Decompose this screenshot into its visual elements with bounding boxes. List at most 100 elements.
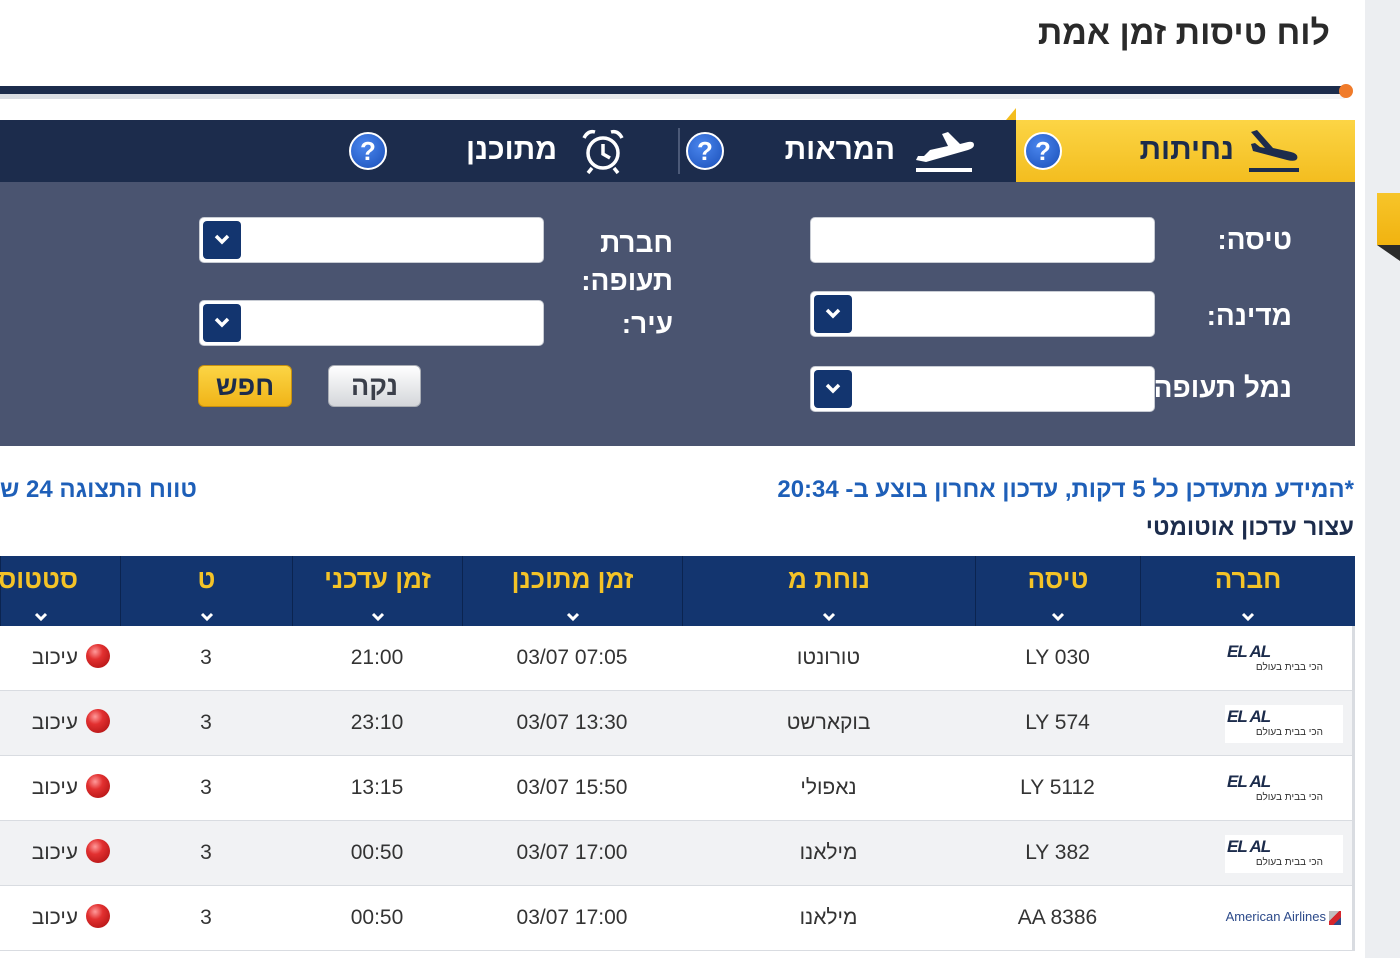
col-scheduled-header[interactable]: זמן מתוכנן [462,556,682,626]
col-from-header[interactable]: נוחת מ [682,556,975,626]
status-text: עיכוב [31,776,78,799]
chevron-down-icon[interactable] [203,221,241,259]
scheduled-help-icon[interactable]: ? [349,132,387,170]
airline-cell: EL AL הכי בבית בעולם [1140,821,1355,886]
side-tab-fold [1377,245,1400,261]
status-text: עיכוב [31,711,78,734]
status-cell: עיכוב [0,626,120,691]
chevron-down-icon[interactable] [814,295,852,333]
delay-indicator-icon [86,904,110,929]
status-cell: עיכוב [0,691,120,756]
col-updated-label: זמן עדכני [324,564,431,594]
delay-indicator-icon [86,709,110,734]
col-airline-label: חברה [1214,564,1282,594]
table-row[interactable]: EL AL הכי בבית בעולם LY 030 טורונטו 03/07 07… [0,626,1355,691]
airline-cell: EL AL הכי בבית בעולם [1140,691,1355,756]
tab-scheduled[interactable]: מתוכנן ? [330,120,680,182]
sort-chevron-icon[interactable] [822,612,836,622]
col-from-label: נוחת מ [787,564,871,594]
arrivals-help-icon[interactable]: ? [1024,132,1062,170]
updated-time-cell: 00:50 [350,906,404,929]
delay-indicator-icon [86,839,110,864]
sort-chevron-icon[interactable] [566,612,580,622]
sort-chevron-icon[interactable] [200,612,214,622]
flight-number-cell: AA 8386 [1017,906,1098,929]
elal-logo-slogan: הכי בבית בעולם [1255,792,1323,803]
airline-label: חברת תעופה: [581,227,673,296]
col-terminal-label: ט [197,564,216,594]
tab-arrivals[interactable]: נחיתות ? [1006,108,1355,182]
flight-input[interactable] [810,217,1155,263]
col-scheduled-label: זמן מתוכנן [511,564,634,594]
status-badge: עיכוב [32,821,110,885]
plane-takeoff-icon [912,126,976,181]
display-range-link[interactable]: טווח התצוגה 24 ש [0,476,200,504]
city-select[interactable] [199,300,544,346]
col-updated-header[interactable]: זמן עדכני [292,556,462,626]
table-row[interactable]: EL AL הכי בבית בעולם LY 5112 נאפולי 03/07 15… [0,756,1355,821]
sort-chevron-icon[interactable] [371,612,385,622]
chevron-down-icon[interactable] [203,304,241,342]
airline-cell: EL AL הכי בבית בעולם [1140,626,1355,691]
title-underline-dot [1339,84,1353,98]
title-underline-shadow [0,94,1345,99]
airline-cell: EL AL הכי בבית בעולם [1140,756,1355,821]
terminal-cell: 3 [200,776,212,799]
page-title: לוח טיסות זמן אמת [1037,14,1330,52]
tab-arrivals-label: נחיתות [1139,133,1234,166]
table-row[interactable]: EL AL הכי בבית בעולם LY 574 בוקארשט 03/07 13… [0,691,1355,756]
search-panel: טיסה: מדינה: נמל תעופה: חברת תעופה: עיר:… [0,182,1355,446]
updated-time-cell: 21:00 [350,646,404,669]
tab-departures[interactable]: המראות ? [680,120,1016,182]
display-range-text: טווח התצוגה 24 ש [0,476,197,503]
flights-table-header: חברה טיסה נוחת מ זמן מתוכנן זמן עדכני ט … [0,556,1355,626]
updated-time-cell: 13:15 [350,776,404,799]
origin-cell: נאפולי [800,776,857,799]
plane-landing-icon [1243,126,1305,181]
tab-departures-label: המראות [784,133,895,166]
status-badge: עיכוב [32,886,110,950]
flight-number-cell: LY 382 [1025,841,1090,864]
col-status-label: סטטוס [0,564,78,594]
airline-select[interactable] [199,217,544,263]
status-text: עיכוב [31,841,78,864]
flight-tabs-bar: נחיתות ? המראות ? מתוכנן ? [0,108,1355,182]
col-terminal-header[interactable]: ט [120,556,292,626]
sort-chevron-icon[interactable] [34,612,48,622]
elal-logo-wordmark: EL AL [1227,642,1271,661]
country-label: מדינה: [1206,300,1292,331]
elal-logo-slogan: הכי בבית בעולם [1255,727,1323,738]
scheduled-time-cell: 03/07 07:05 [516,646,628,669]
alarm-clock-icon [580,126,626,181]
col-airline-header[interactable]: חברה [1140,556,1355,626]
col-status-header[interactable]: סטטוס [0,556,120,626]
search-button[interactable]: חפש [198,365,292,407]
stop-auto-update-link[interactable]: עצור עדכון אוטומטי [1146,514,1354,542]
city-label: עיר: [621,308,673,339]
scheduled-time-cell: 03/07 13:30 [516,711,628,734]
chevron-down-icon[interactable] [814,370,852,408]
elal-logo-wordmark: EL AL [1227,772,1271,791]
status-badge: עיכוב [32,626,110,690]
scheduled-time-cell: 03/07 17:00 [516,841,628,864]
side-tab[interactable] [1377,193,1400,245]
sort-chevron-icon[interactable] [1051,612,1065,622]
terminal-select[interactable] [810,366,1155,412]
status-cell: עיכוב [0,756,120,821]
title-underline [0,86,1345,94]
departures-help-icon[interactable]: ? [686,132,724,170]
american-airlines-wordmark: American Airlines [1225,909,1326,924]
status-badge: עיכוב [32,691,110,755]
sort-chevron-icon[interactable] [1241,612,1255,622]
table-row[interactable]: EL AL הכי בבית בעולם LY 382 מילאנו 03/07 17:… [0,821,1355,886]
update-notice: *המידע מתעדכן כל 5 דקות, עדכון אחרון בוצ… [777,476,1354,503]
status-cell: עיכוב [0,821,120,886]
airline-cell: American Airlines [1140,886,1355,951]
table-row[interactable]: American Airlines AA 8386 מילאנו 03/07 17:0… [0,886,1355,951]
country-select[interactable] [810,291,1155,337]
clear-button[interactable]: נקה [328,365,421,407]
elal-logo: EL AL הכי בבית בעולם [1225,705,1343,743]
col-flight-header[interactable]: טיסה [975,556,1140,626]
side-gutter [1365,0,1400,958]
terminal-label: נמל תעופה: [1144,372,1292,403]
